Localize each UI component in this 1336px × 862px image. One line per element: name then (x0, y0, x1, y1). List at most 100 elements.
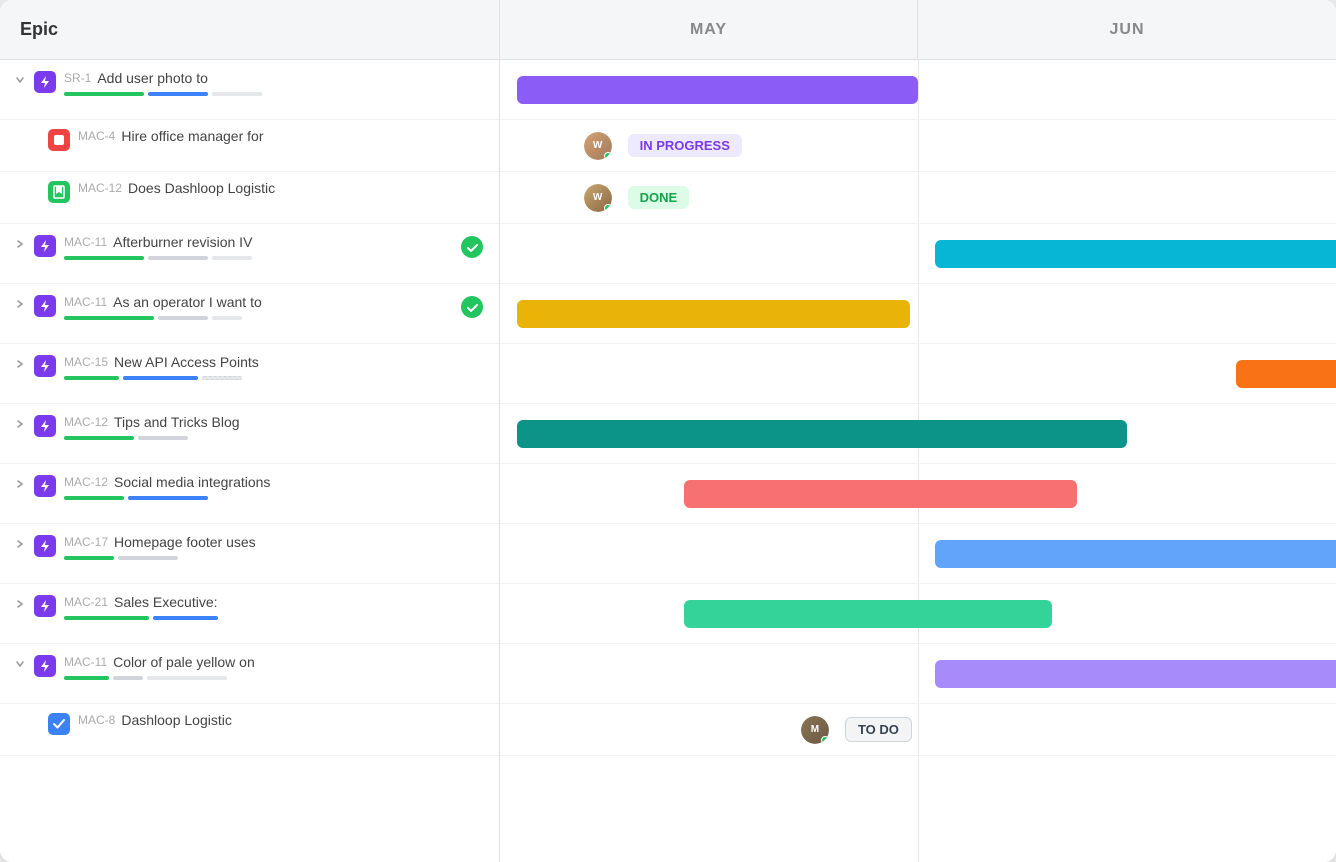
gantt-bar-mac12c (684, 480, 1077, 508)
gantt-bar-mac21 (684, 600, 1052, 628)
expand-btn-mac12b[interactable] (12, 416, 28, 432)
row-id-mac12b: MAC-12 (64, 415, 108, 429)
gantt-row-mac15 (500, 344, 1336, 404)
progress-bars-sr1 (64, 92, 483, 96)
header-month-jun: JUN (918, 0, 1336, 59)
icon-bolt-mac11c (34, 655, 56, 677)
epic-label: Epic (20, 19, 58, 40)
expand-btn-mac11a[interactable] (12, 236, 28, 252)
expand-btn-mac15[interactable] (12, 356, 28, 372)
progress-bars-mac11a (64, 256, 453, 260)
sidebar-row-mac4: MAC-4 Hire office manager for (0, 120, 499, 172)
gantt-row-mac12-child: W DONE (500, 172, 1336, 224)
row-title-mac12a: Does Dashloop Logistic (128, 180, 275, 196)
row-content-sr1: SR-1 Add user photo to (64, 70, 483, 96)
icon-bolt-mac21 (34, 595, 56, 617)
expand-btn-sr1[interactable] (12, 72, 28, 88)
gantt-row-mac4: W IN PROGRESS (500, 120, 1336, 172)
progress-bars-mac17 (64, 556, 483, 560)
row-content-mac15: MAC-15 New API Access Points (64, 354, 483, 380)
progress-light (212, 316, 242, 320)
row-id-mac11a: MAC-11 (64, 235, 107, 249)
sidebar-row-mac21: MAC-21 Sales Executive: (0, 584, 499, 644)
avatar-mac8: M (801, 716, 829, 744)
gantt-bar-mac12b (517, 420, 1127, 448)
sidebar-row-mac15: MAC-15 New API Access Points (0, 344, 499, 404)
icon-bolt-mac12b (34, 415, 56, 437)
gantt-row-mac21 (500, 584, 1336, 644)
row-id-mac4: MAC-4 (78, 129, 115, 143)
row-title-mac11b: As an operator I want to (113, 294, 262, 310)
sidebar-row-mac11b: MAC-11 As an operator I want to (0, 284, 499, 344)
progress-green-sr1 (64, 92, 144, 96)
row-title-mac12b: Tips and Tricks Blog (114, 414, 240, 430)
icon-stop-mac4 (48, 129, 70, 151)
gantt-row-sr1 (500, 60, 1336, 120)
row-content-mac11a: MAC-11 Afterburner revision IV (64, 234, 453, 260)
progress-bars-mac12b (64, 436, 483, 440)
progress-light (212, 256, 252, 260)
progress-gray (148, 256, 208, 260)
gantt-bar-mac15 (1236, 360, 1336, 388)
row-id-mac11b: MAC-11 (64, 295, 107, 309)
icon-bolt-mac11b (34, 295, 56, 317)
expand-btn-mac17[interactable] (12, 536, 28, 552)
row-title-mac12c: Social media integrations (114, 474, 270, 490)
gantt-chart: W IN PROGRESS W DONE (500, 60, 1336, 862)
row-content-mac11b: MAC-11 As an operator I want to (64, 294, 453, 320)
row-title-mac21: Sales Executive: (114, 594, 218, 610)
expand-btn-mac12c[interactable] (12, 476, 28, 492)
icon-check-mac8 (48, 713, 70, 735)
row-title-sr1: Add user photo to (97, 70, 208, 86)
row-title-mac15: New API Access Points (114, 354, 259, 370)
row-content-mac12b: MAC-12 Tips and Tricks Blog (64, 414, 483, 440)
avatar-mac12: W (584, 184, 612, 212)
sidebar-row-mac11c: MAC-11 Color of pale yellow on (0, 644, 499, 704)
progress-bars-mac11c (64, 676, 483, 680)
sidebar-row-mac8: MAC-8 Dashloop Logistic (0, 704, 499, 756)
gantt-row-mac11c (500, 644, 1336, 704)
progress-blue (123, 376, 198, 380)
row-id-mac12a: MAC-12 (78, 181, 122, 195)
icon-bolt-mac12c (34, 475, 56, 497)
sidebar-row-mac17: MAC-17 Homepage footer uses (0, 524, 499, 584)
gantt-row-mac8: M TO DO (500, 704, 1336, 756)
gantt-bar-mac11b (517, 300, 910, 328)
expand-btn-mac11c[interactable] (12, 656, 28, 672)
row-content-mac12c: MAC-12 Social media integrations (64, 474, 483, 500)
progress-green (64, 316, 154, 320)
row-title-mac8: Dashloop Logistic (121, 712, 232, 728)
row-title-mac11c: Color of pale yellow on (113, 654, 255, 670)
header: Epic MAY JUN (0, 0, 1336, 60)
gantt-row-mac11a (500, 224, 1336, 284)
expand-btn-mac11b[interactable] (12, 296, 28, 312)
expand-btn-mac21[interactable] (12, 596, 28, 612)
progress-bars-mac12c (64, 496, 483, 500)
row-title-mac11a: Afterburner revision IV (113, 234, 252, 250)
check-badge-mac11a (461, 236, 483, 258)
gantt-inner: W IN PROGRESS W DONE (500, 60, 1336, 862)
gantt-row-mac17 (500, 524, 1336, 584)
progress-green (64, 256, 144, 260)
header-months: MAY JUN (500, 0, 1336, 59)
row-content-mac17: MAC-17 Homepage footer uses (64, 534, 483, 560)
icon-bolt-mac11a (34, 235, 56, 257)
gantt-row-mac12b (500, 404, 1336, 464)
progress-bars-mac15 (64, 376, 483, 380)
row-id-mac17: MAC-17 (64, 535, 108, 549)
avatar-dot-mac8 (821, 736, 829, 744)
gantt-status-mac8: M TO DO (801, 716, 912, 744)
avatar-mac4: W (584, 132, 612, 160)
icon-bolt-mac17 (34, 535, 56, 557)
gantt-row-mac11b (500, 284, 1336, 344)
gantt-bar-mac11a (935, 240, 1336, 268)
row-id-mac15: MAC-15 (64, 355, 108, 369)
header-month-may: MAY (500, 0, 918, 59)
header-epic-label: Epic (0, 0, 500, 59)
row-title-mac4: Hire office manager for (121, 128, 263, 144)
body: SR-1 Add user photo to M (0, 60, 1336, 862)
progress-dash (202, 376, 242, 380)
progress-blue-sr1 (148, 92, 208, 96)
avatar-dot-mac4 (604, 152, 612, 160)
progress-green (64, 376, 119, 380)
